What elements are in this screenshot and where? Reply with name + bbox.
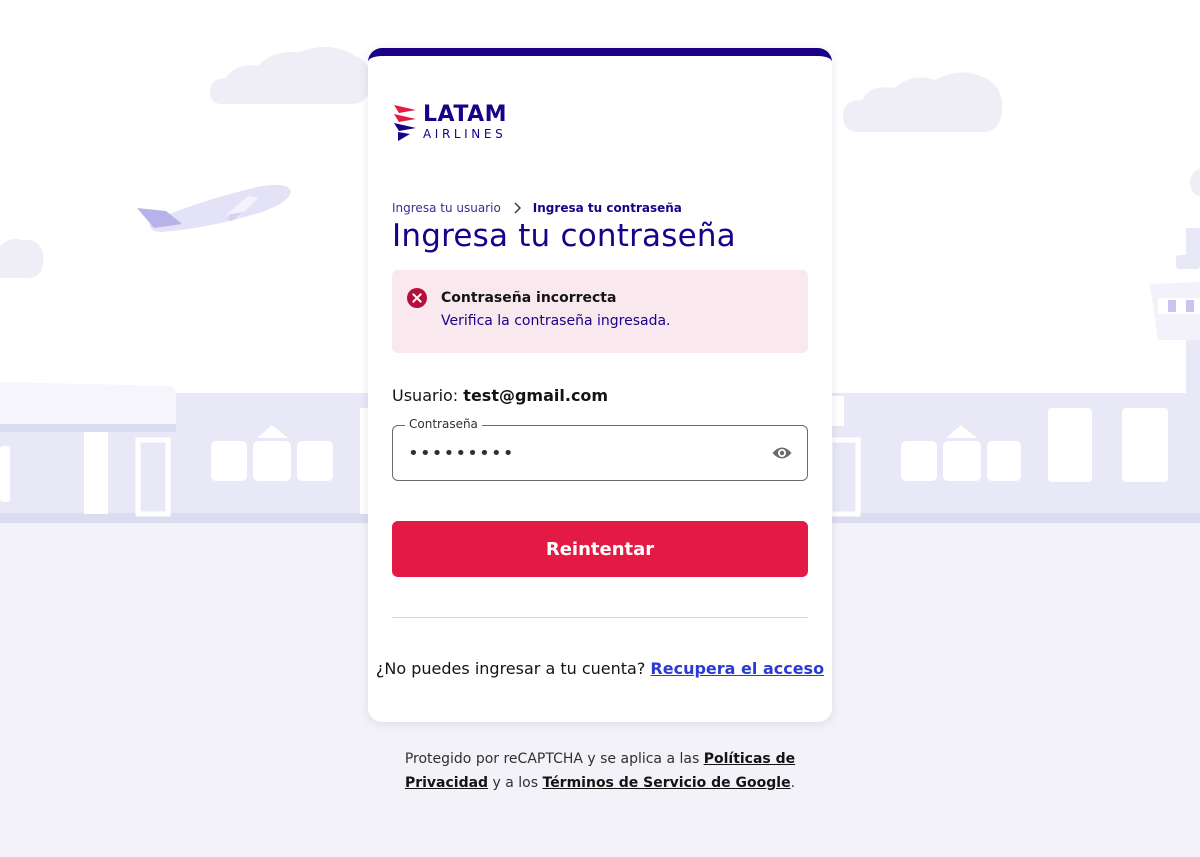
retry-button[interactable]: Reintentar <box>392 521 808 577</box>
alert-title: Contraseña incorrecta <box>441 290 617 306</box>
logo-subtitle: AIRLINES <box>423 127 507 141</box>
error-alert: Contraseña incorrecta Verifica la contra… <box>392 270 808 353</box>
page-title: Ingresa tu contraseña <box>392 218 736 254</box>
password-field[interactable]: Contraseña <box>392 417 808 481</box>
login-card: LATAM AIRLINES Ingresa tu usuario Ingres… <box>368 48 832 722</box>
user-label: Usuario: <box>392 386 459 405</box>
footer-text-1: Protegido por reCAPTCHA y se aplica a la… <box>404 751 700 767</box>
error-circle-icon <box>407 288 427 308</box>
footer-text-2: y a los <box>492 775 539 791</box>
recover-text: ¿No puedes ingresar a tu cuenta? <box>375 659 646 678</box>
latam-logo: LATAM AIRLINES <box>392 102 522 144</box>
eye-icon[interactable] <box>771 443 793 463</box>
password-input[interactable] <box>408 441 748 465</box>
breadcrumb-step-user[interactable]: Ingresa tu usuario <box>392 201 501 215</box>
recaptcha-footer: Protegido por reCAPTCHA y se aplica a la… <box>380 747 820 795</box>
latam-logo-mark-icon <box>394 105 416 141</box>
airplane-icon <box>137 184 291 232</box>
recover-access: ¿No puedes ingresar a tu cuenta? Recuper… <box>368 659 832 678</box>
divider <box>392 617 808 618</box>
breadcrumb-step-password: Ingresa tu contraseña <box>532 201 682 215</box>
footer-period: . <box>790 775 796 791</box>
breadcrumb: Ingresa tu usuario Ingresa tu contraseña <box>392 201 682 215</box>
chevron-right-icon <box>514 202 521 214</box>
logo-wordmark: LATAM <box>423 102 508 127</box>
terms-of-service-link[interactable]: Términos de Servicio de Google <box>543 775 791 791</box>
password-label: Contraseña <box>405 417 482 431</box>
user-line: Usuario: test@gmail.com <box>392 386 608 405</box>
recover-access-link[interactable]: Recupera el acceso <box>650 659 824 678</box>
user-email: test@gmail.com <box>463 386 609 405</box>
login-page: LATAM AIRLINES Ingresa tu usuario Ingres… <box>0 0 1200 857</box>
alert-message: Verifica la contraseña ingresada. <box>441 313 671 329</box>
